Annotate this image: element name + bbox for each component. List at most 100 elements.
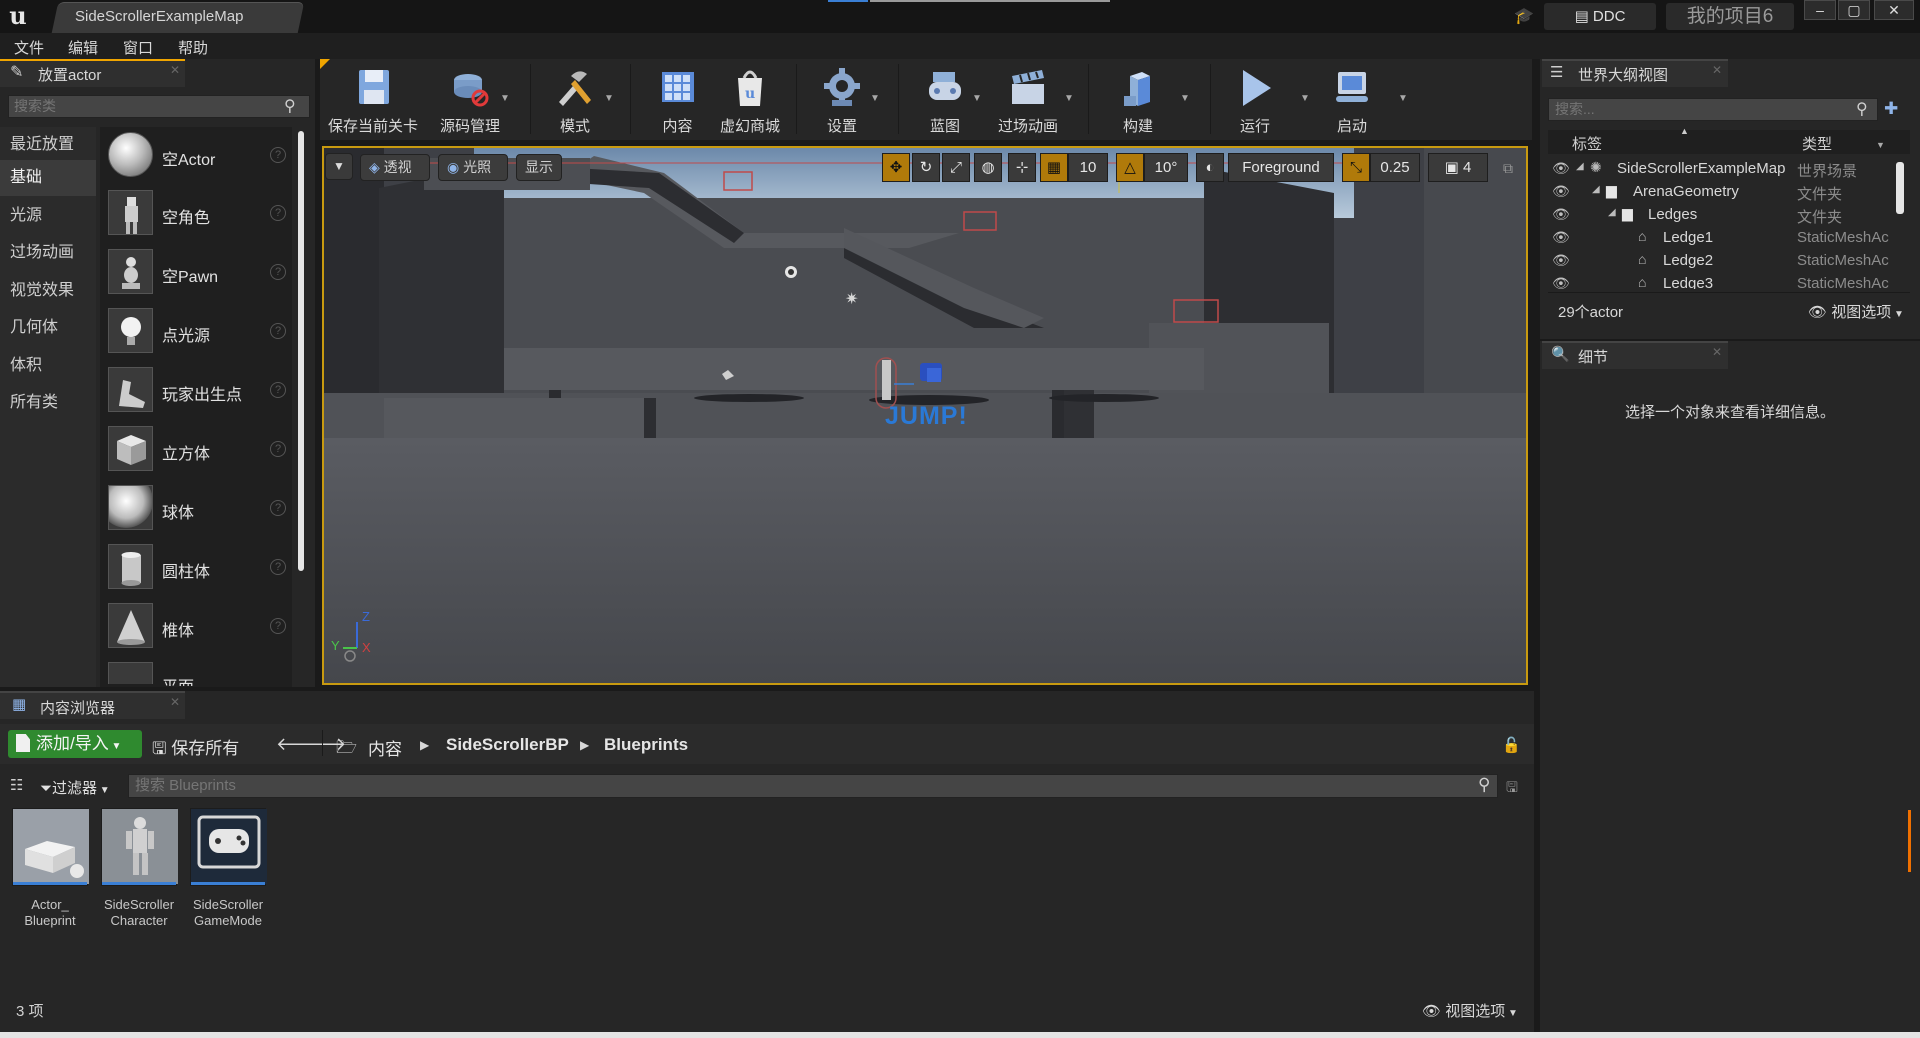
column-label[interactable]: 标签 — [1572, 133, 1602, 154]
expand-arrow-icon[interactable]: ◢ — [1576, 161, 1584, 172]
help-icon[interactable]: ? — [270, 559, 286, 575]
build-button[interactable]: 构建 — [1098, 64, 1178, 136]
category-lights[interactable]: 光源 — [0, 198, 96, 234]
play-button[interactable]: 运行 — [1215, 64, 1295, 136]
layer-dropdown[interactable]: Foreground — [1228, 153, 1334, 182]
marketplace-button[interactable]: u 虚幻商城 — [710, 64, 790, 136]
help-icon[interactable]: ? — [270, 264, 286, 280]
chevron-down-icon[interactable]: ▼ — [972, 93, 982, 104]
category-all-classes[interactable]: 所有类 — [0, 385, 96, 421]
asset-sidescroller-character[interactable] — [101, 808, 178, 886]
modes-button[interactable]: 模式 — [535, 64, 615, 136]
save-all-button[interactable]: 🖫 保存所有 — [152, 734, 239, 765]
scale-snap-value[interactable]: 0.25 — [1370, 153, 1420, 182]
category-basic[interactable]: 基础 — [0, 160, 96, 196]
category-recent[interactable]: 最近放置 — [0, 127, 96, 163]
chevron-down-icon[interactable]: ▼ — [1398, 93, 1408, 104]
maximize-button[interactable]: ▢ — [1838, 0, 1870, 20]
outliner-view-options[interactable]: 👁 视图选项 ▼ — [1808, 301, 1904, 322]
menu-file[interactable]: 文件 — [14, 37, 44, 58]
maximize-viewport-icon[interactable]: ⧉ — [1503, 160, 1513, 177]
outliner-search-input[interactable] — [1555, 101, 1855, 117]
visibility-eye-icon[interactable]: 👁 — [1552, 160, 1570, 177]
outliner-scrollbar[interactable] — [1896, 162, 1904, 214]
source-control-button[interactable]: 源码管理 — [430, 64, 510, 136]
menu-window[interactable]: 窗口 — [123, 37, 153, 58]
category-geometry[interactable]: 几何体 — [0, 310, 96, 346]
scale-snap-toggle[interactable]: ⤡ — [1342, 153, 1370, 182]
rotation-snap-value[interactable]: 10° — [1144, 153, 1188, 182]
viewport-options-button[interactable]: ▼ — [325, 153, 353, 180]
visibility-eye-icon[interactable]: 👁 — [1552, 206, 1570, 223]
asset-sidescroller-gamemode[interactable] — [190, 808, 267, 886]
content-button[interactable]: 内容 — [640, 64, 715, 136]
save-search-icon[interactable]: 🖫 — [1506, 777, 1518, 801]
search-icon[interactable]: ⚲ — [284, 96, 296, 116]
visibility-eye-icon[interactable]: 👁 — [1552, 229, 1570, 246]
lock-icon[interactable]: 🔓 — [1502, 736, 1521, 754]
help-icon[interactable]: ? — [270, 441, 286, 457]
world-local-toggle[interactable]: ◍ — [974, 153, 1002, 182]
close-tab-icon[interactable]: ✕ — [1712, 345, 1722, 359]
cinematics-button[interactable]: 过场动画 — [988, 64, 1068, 136]
lit-button[interactable]: ◉ 光照 — [438, 154, 508, 181]
rotate-tool[interactable]: ↻ — [912, 153, 940, 182]
category-volumes[interactable]: 体积 — [0, 348, 96, 384]
surface-snap-toggle[interactable]: ⊹ — [1008, 153, 1036, 182]
menu-edit[interactable]: 编辑 — [68, 37, 98, 58]
ddc-button[interactable]: ▤ DDC — [1544, 3, 1656, 30]
chevron-down-icon[interactable]: ▼ — [1876, 140, 1885, 150]
save-current-level-button[interactable]: 保存当前关卡 — [328, 64, 418, 136]
visibility-eye-icon[interactable]: 👁 — [1552, 252, 1570, 269]
category-visual-effects[interactable]: 视觉效果 — [0, 273, 96, 309]
visibility-eye-icon[interactable]: 👁 — [1552, 275, 1570, 292]
breadcrumb-sidescrollerbp[interactable]: SideScrollerBP — [446, 735, 569, 755]
content-view-options[interactable]: 👁 视图选项 ▼ — [1422, 1000, 1518, 1021]
folder-icon[interactable]: 🗁 — [336, 735, 357, 764]
chevron-down-icon[interactable]: ▼ — [500, 93, 510, 104]
translate-tool[interactable]: ✥ — [882, 153, 910, 182]
help-icon[interactable]: ? — [270, 618, 286, 634]
filters-button[interactable]: ⏷过滤器 ▼ — [40, 777, 110, 798]
close-tab-icon[interactable]: ✕ — [170, 695, 180, 709]
category-cinematic[interactable]: 过场动画 — [0, 235, 96, 271]
grid-snap-toggle[interactable]: ▦ — [1040, 153, 1068, 182]
asset-actor-blueprint[interactable] — [12, 808, 89, 886]
add-folder-icon[interactable]: ✚ — [1884, 99, 1898, 119]
search-icon[interactable]: ⚲ — [1478, 775, 1490, 795]
chevron-down-icon[interactable]: ▼ — [1064, 93, 1074, 104]
help-icon[interactable]: ? — [270, 205, 286, 221]
column-type[interactable]: 类型 — [1802, 133, 1832, 154]
chevron-down-icon[interactable]: ▼ — [1180, 93, 1190, 104]
close-tab-icon[interactable]: ✕ — [170, 63, 180, 77]
help-icon[interactable]: ? — [270, 500, 286, 516]
help-icon[interactable]: ? — [270, 147, 286, 163]
breadcrumb-content[interactable]: 内容 — [368, 735, 402, 760]
rotation-snap-toggle[interactable]: △ — [1116, 153, 1144, 182]
scale-tool[interactable]: ⤢ — [942, 153, 970, 182]
learn-icon[interactable]: 🎓 — [1512, 6, 1536, 26]
place-actors-scrollbar[interactable] — [298, 131, 304, 571]
close-button[interactable]: ✕ — [1874, 0, 1914, 20]
help-icon[interactable]: ? — [270, 323, 286, 339]
layer-toggle-icon[interactable]: ◐ — [1196, 153, 1224, 182]
grid-snap-value[interactable]: 10 — [1068, 153, 1108, 182]
sources-panel-icon[interactable]: ☷ — [10, 776, 23, 794]
place-search-input[interactable] — [14, 98, 274, 114]
content-search-input[interactable] — [135, 777, 1435, 794]
breadcrumb-separator-icon[interactable]: ▶ — [580, 738, 589, 752]
expand-arrow-icon[interactable]: ◢ — [1592, 184, 1600, 195]
breadcrumb-blueprints[interactable]: Blueprints — [604, 735, 688, 755]
menu-help[interactable]: 帮助 — [178, 37, 208, 58]
help-icon[interactable]: ? — [270, 382, 286, 398]
chevron-down-icon[interactable]: ▼ — [870, 93, 880, 104]
close-tab-icon[interactable]: ✕ — [1712, 63, 1722, 77]
chevron-down-icon[interactable]: ▼ — [1300, 93, 1310, 104]
chevron-down-icon[interactable]: ▼ — [604, 93, 614, 104]
show-button[interactable]: 显示 — [516, 154, 562, 181]
expand-arrow-icon[interactable]: ◢ — [1608, 207, 1616, 218]
visibility-eye-icon[interactable]: 👁 — [1552, 183, 1570, 200]
launch-button[interactable]: 启动 — [1312, 64, 1392, 136]
breadcrumb-separator-icon[interactable]: ▶ — [420, 738, 429, 752]
camera-speed[interactable]: ▣ 4 — [1428, 153, 1488, 182]
